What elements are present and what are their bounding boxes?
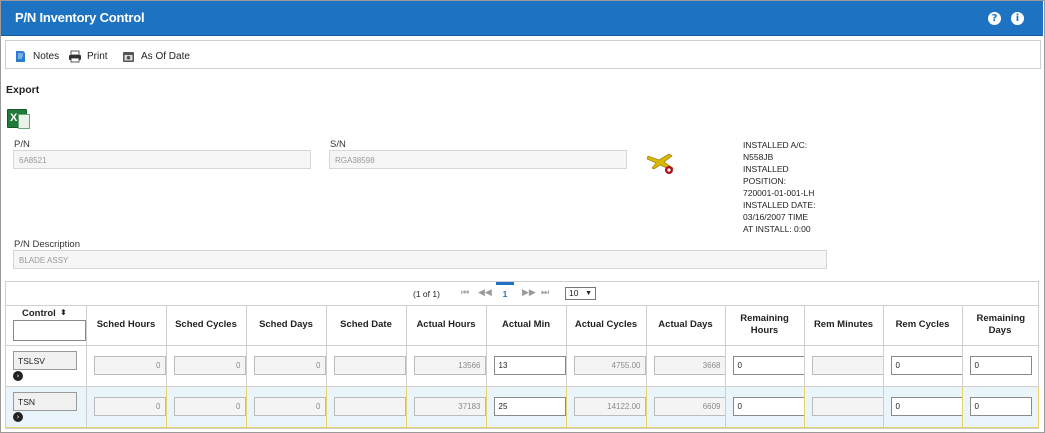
sn-label: S/N bbox=[330, 139, 346, 150]
title-bar: P/N Inventory Control ? i bbox=[1, 1, 1043, 36]
page-number[interactable]: 1 bbox=[496, 282, 514, 306]
column-header: Actual Cycles bbox=[566, 306, 647, 346]
column-header: Actual Min bbox=[486, 306, 567, 346]
rem-cycles-input[interactable]: 0 bbox=[890, 356, 963, 375]
toolbar: Notes Print As Of Date bbox=[5, 40, 1041, 69]
print-button[interactable]: Print bbox=[68, 49, 108, 63]
data-table: Control ⬍ Sched Hours Sched Cycles Sched… bbox=[6, 306, 1039, 428]
rem-minutes-input bbox=[811, 397, 884, 416]
column-header: Remaining Days bbox=[962, 306, 1039, 346]
column-header-control[interactable]: Control ⬍ bbox=[6, 306, 87, 346]
sn-field: RGA38598 bbox=[329, 150, 627, 169]
column-header: Sched Date bbox=[326, 306, 407, 346]
sched-days-input: 0 bbox=[253, 397, 326, 416]
actual-hours-input: 37183 bbox=[413, 397, 486, 416]
actual-cycles-input: 14122.00 bbox=[573, 397, 646, 416]
remaining-days-input[interactable]: 0 bbox=[969, 356, 1032, 375]
chevron-down-icon: ▼ bbox=[585, 290, 592, 297]
expand-arrow-icon[interactable]: › bbox=[13, 411, 23, 422]
remaining-hours-input[interactable]: 0 bbox=[732, 356, 805, 375]
installed-line: 03/16/2007 TIME bbox=[743, 212, 809, 222]
control-cell: TSLSV › bbox=[6, 345, 87, 387]
expand-arrow-icon[interactable]: › bbox=[13, 370, 23, 381]
help-icon[interactable]: ? bbox=[988, 12, 1001, 25]
pn-field: 6A8521 bbox=[13, 150, 311, 169]
installed-line: POSITION: bbox=[743, 176, 786, 186]
print-label: Print bbox=[87, 50, 108, 62]
page-size-value: 10 bbox=[569, 288, 579, 298]
print-icon bbox=[68, 50, 81, 63]
control-cell: TSN › bbox=[6, 385, 87, 428]
table-row: TSLSV › 0 0 0 13566 13 4755.00 3668 0 0 … bbox=[6, 345, 1039, 387]
as-of-date-button[interactable]: As Of Date bbox=[122, 49, 190, 63]
column-header: Sched Cycles bbox=[166, 306, 247, 346]
column-header: Sched Hours bbox=[86, 306, 167, 346]
first-page-icon[interactable]: ⏮ bbox=[461, 288, 469, 298]
sched-hours-input: 0 bbox=[93, 397, 166, 416]
last-page-icon[interactable]: ⏭ bbox=[541, 288, 549, 298]
sched-hours-input: 0 bbox=[93, 356, 166, 375]
prev-page-icon[interactable]: ◀◀ bbox=[478, 288, 492, 298]
sched-cycles-input: 0 bbox=[173, 356, 246, 375]
rem-minutes-input bbox=[811, 356, 884, 375]
sched-date-input bbox=[333, 397, 406, 416]
pager: (1 of 1) ⏮ ◀◀ 1 ▶▶ ⏭ 10 ▼ bbox=[6, 282, 1038, 306]
notes-icon bbox=[14, 50, 27, 63]
as-of-date-label: As Of Date bbox=[141, 50, 190, 62]
installed-line: INSTALLED A/C: bbox=[743, 140, 808, 150]
column-header: Remaining Hours bbox=[725, 306, 805, 346]
sched-cycles-input: 0 bbox=[173, 397, 246, 416]
control-filter-input[interactable] bbox=[13, 320, 86, 341]
column-header: Sched Days bbox=[246, 306, 327, 346]
export-label: Export bbox=[6, 84, 40, 96]
notes-label: Notes bbox=[33, 50, 60, 62]
control-value: TSN bbox=[13, 391, 77, 411]
pn-label: P/N bbox=[14, 139, 30, 150]
sort-icon[interactable]: ⬍ bbox=[60, 307, 67, 319]
calendar-icon bbox=[122, 50, 135, 63]
pager-info: (1 of 1) bbox=[413, 289, 440, 299]
excel-export-icon[interactable]: X bbox=[7, 109, 30, 129]
actual-min-input[interactable]: 13 bbox=[493, 356, 566, 375]
control-value: TSLSV bbox=[13, 350, 77, 370]
rem-cycles-input[interactable]: 0 bbox=[890, 397, 963, 416]
actual-days-input: 3668 bbox=[653, 356, 726, 375]
installed-info: INSTALLED A/C: N558JB INSTALLED POSITION… bbox=[743, 139, 833, 235]
inventory-grid: (1 of 1) ⏮ ◀◀ 1 ▶▶ ⏭ 10 ▼ Control ⬍ Sche… bbox=[5, 281, 1039, 429]
column-header: Rem Cycles bbox=[883, 306, 963, 346]
actual-cycles-input: 4755.00 bbox=[573, 356, 646, 375]
sched-days-input: 0 bbox=[253, 356, 326, 375]
info-icon[interactable]: i bbox=[1011, 12, 1024, 25]
actual-days-input: 6609 bbox=[653, 397, 726, 416]
installed-line: N558JB bbox=[743, 152, 774, 162]
installed-line: 720001-01-001-LH bbox=[743, 188, 815, 198]
column-header: Actual Hours bbox=[406, 306, 487, 346]
column-header: Rem Minutes bbox=[804, 306, 884, 346]
next-page-icon[interactable]: ▶▶ bbox=[522, 288, 536, 298]
notes-button[interactable]: Notes bbox=[14, 49, 59, 63]
page-title: P/N Inventory Control bbox=[15, 10, 145, 25]
column-header: Actual Days bbox=[646, 306, 726, 346]
description-field: BLADE ASSY bbox=[13, 250, 827, 269]
table-row: TSN › 0 0 0 37183 25 14122.00 6609 0 0 0 bbox=[6, 385, 1039, 428]
installed-line: INSTALLED bbox=[743, 164, 789, 174]
page-size-select[interactable]: 10 ▼ bbox=[565, 287, 596, 300]
description-label: P/N Description bbox=[14, 239, 80, 250]
actual-min-input[interactable]: 25 bbox=[493, 397, 566, 416]
aircraft-icon[interactable] bbox=[645, 148, 679, 178]
remaining-days-input[interactable]: 0 bbox=[969, 397, 1032, 416]
actual-hours-input: 13566 bbox=[413, 356, 486, 375]
installed-line: AT INSTALL: 0:00 bbox=[743, 224, 811, 234]
sched-date-input bbox=[333, 356, 406, 375]
remaining-hours-input[interactable]: 0 bbox=[732, 397, 805, 416]
column-label: Control bbox=[22, 308, 56, 319]
installed-line: INSTALLED DATE: bbox=[743, 200, 816, 210]
header-row: Control ⬍ Sched Hours Sched Cycles Sched… bbox=[6, 306, 1039, 346]
